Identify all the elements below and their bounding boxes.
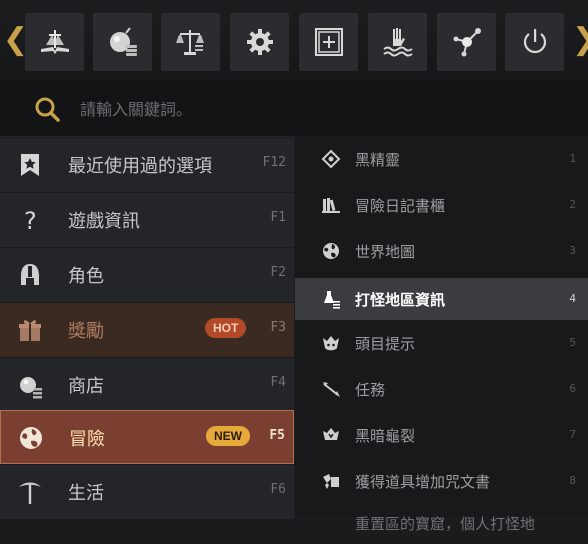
- shop-coin-icon: [109, 27, 137, 56]
- item-number: 8: [569, 474, 576, 487]
- submenu-item-boss-tips[interactable]: 頭目提示 5: [295, 322, 588, 364]
- pickaxe-icon: [19, 482, 41, 504]
- add-window-icon: [314, 28, 343, 56]
- submenu-item-world-map[interactable]: 世界地圖 3: [295, 230, 588, 272]
- guide-book-button[interactable]: [25, 13, 84, 71]
- item-number: 3: [569, 244, 576, 257]
- submenu-item-dark-rift[interactable]: 黑暗龜裂 7: [295, 414, 588, 456]
- boss-head-icon: [323, 336, 339, 351]
- network-button[interactable]: [437, 13, 496, 71]
- submenu-item-black-spirit[interactable]: 黑精靈 1: [295, 138, 588, 180]
- globe-icon: [323, 243, 339, 259]
- shortcut-key: F3: [270, 320, 286, 335]
- dark-rift-icon: [323, 428, 339, 440]
- search-icon: [35, 97, 60, 122]
- item-number: 7: [569, 428, 576, 441]
- search-bar: [0, 80, 588, 137]
- hand-water-icon: [382, 28, 413, 57]
- top-toolbar: ❮: [0, 0, 588, 80]
- svg-text:?: ?: [24, 207, 37, 234]
- submenu-item-partial[interactable]: 重置區的寶窟，個人打怪地: [295, 502, 588, 544]
- menu-item-life[interactable]: 生活 F6: [0, 465, 294, 520]
- shortcut-key: F2: [270, 265, 286, 280]
- shortcut-key: F6: [270, 482, 286, 497]
- gift-box-icon: [19, 320, 41, 341]
- network-nodes-icon: [453, 28, 481, 57]
- question-mark-icon: ?: [24, 207, 37, 234]
- quest-arrow-icon: [323, 382, 340, 397]
- menu-item-label: 最近使用過的選項: [68, 156, 212, 177]
- hunting-info-icon: [324, 291, 340, 309]
- life-skill-button[interactable]: [368, 13, 427, 71]
- shortcut-key: F5: [269, 428, 285, 443]
- menu-item-label: 獎勵: [68, 321, 104, 342]
- shop-button[interactable]: [93, 13, 152, 71]
- guide-book-icon: [40, 30, 69, 54]
- power-button[interactable]: [505, 13, 564, 71]
- submenu-item-label: 任務: [355, 381, 386, 399]
- balance-button[interactable]: [161, 13, 220, 71]
- submenu-item-label: 重置區的寶窟，個人打怪地: [355, 515, 536, 533]
- menu-item-adventure[interactable]: 冒險 NEW F5: [0, 410, 294, 464]
- submenu-item-hunting-info[interactable]: 打怪地區資訊 4: [295, 278, 588, 320]
- menu-item-label: 遊戲資訊: [68, 211, 140, 232]
- next-arrow-icon[interactable]: ❯: [572, 22, 588, 58]
- item-scroll-icon: [323, 474, 339, 489]
- diamond-eye-icon: [321, 149, 341, 169]
- power-icon: [523, 29, 546, 54]
- menu-item-label: 生活: [68, 483, 104, 504]
- search-input[interactable]: [78, 94, 562, 124]
- bookshelf-icon: [322, 198, 340, 213]
- submenu-item-label: 冒險日記書櫃: [355, 197, 446, 215]
- new-badge: NEW: [206, 426, 250, 446]
- menu-item-label: 商店: [68, 376, 104, 397]
- shortcut-key: F12: [262, 155, 286, 170]
- menu-item-recent[interactable]: 最近使用過的選項 F12: [0, 138, 294, 193]
- shortcut-key: F1: [270, 210, 286, 225]
- submenu-item-quest[interactable]: 任務 6: [295, 368, 588, 410]
- globe-icon: [20, 427, 42, 449]
- menu-item-label: 冒險: [69, 429, 105, 450]
- submenu-item-label: 獲得道具增加咒文書: [355, 473, 491, 491]
- gear-icon: [246, 29, 273, 55]
- hot-badge: HOT: [205, 318, 247, 338]
- menu-item-shop[interactable]: 商店 F4: [0, 358, 294, 413]
- submenu-item-label: 頭目提示: [355, 335, 416, 353]
- menu-item-label: 角色: [68, 266, 104, 287]
- menu-item-game-info[interactable]: ? 遊戲資訊 F1: [0, 193, 294, 248]
- submenu-item-label: 黑精靈: [355, 151, 401, 169]
- adventure-submenu: 黑精靈 1 冒險日記書櫃 2 世界地圖 3 打怪地區資訊 4 頭目提示 5 任務…: [295, 136, 588, 533]
- bookmark-star-icon: [21, 154, 39, 176]
- submenu-item-label: 黑暗龜裂: [355, 427, 416, 445]
- item-number: 5: [569, 336, 576, 349]
- shortcut-key: F4: [270, 375, 286, 390]
- settings-button[interactable]: [230, 13, 289, 71]
- main-category-menu: 最近使用過的選項 F12 ? 遊戲資訊 F1 角色 F2 獎勵 HOT F3 商…: [0, 138, 294, 520]
- item-number: 4: [569, 292, 576, 305]
- submenu-item-label: 打怪地區資訊: [355, 291, 446, 309]
- shop-coin-icon: [20, 377, 42, 399]
- menu-item-character[interactable]: 角色 F2: [0, 248, 294, 303]
- menu-item-reward[interactable]: 獎勵 HOT F3: [0, 303, 294, 358]
- item-number: 6: [569, 382, 576, 395]
- add-window-button[interactable]: [299, 13, 358, 71]
- balance-scale-icon: [175, 30, 204, 55]
- helmet-icon: [21, 264, 39, 285]
- submenu-item-item-scroll[interactable]: 獲得道具增加咒文書 8: [295, 460, 588, 502]
- submenu-item-journal[interactable]: 冒險日記書櫃 2: [295, 184, 588, 226]
- item-number: 1: [569, 152, 576, 165]
- item-number: 2: [569, 198, 576, 211]
- submenu-item-label: 世界地圖: [355, 243, 416, 261]
